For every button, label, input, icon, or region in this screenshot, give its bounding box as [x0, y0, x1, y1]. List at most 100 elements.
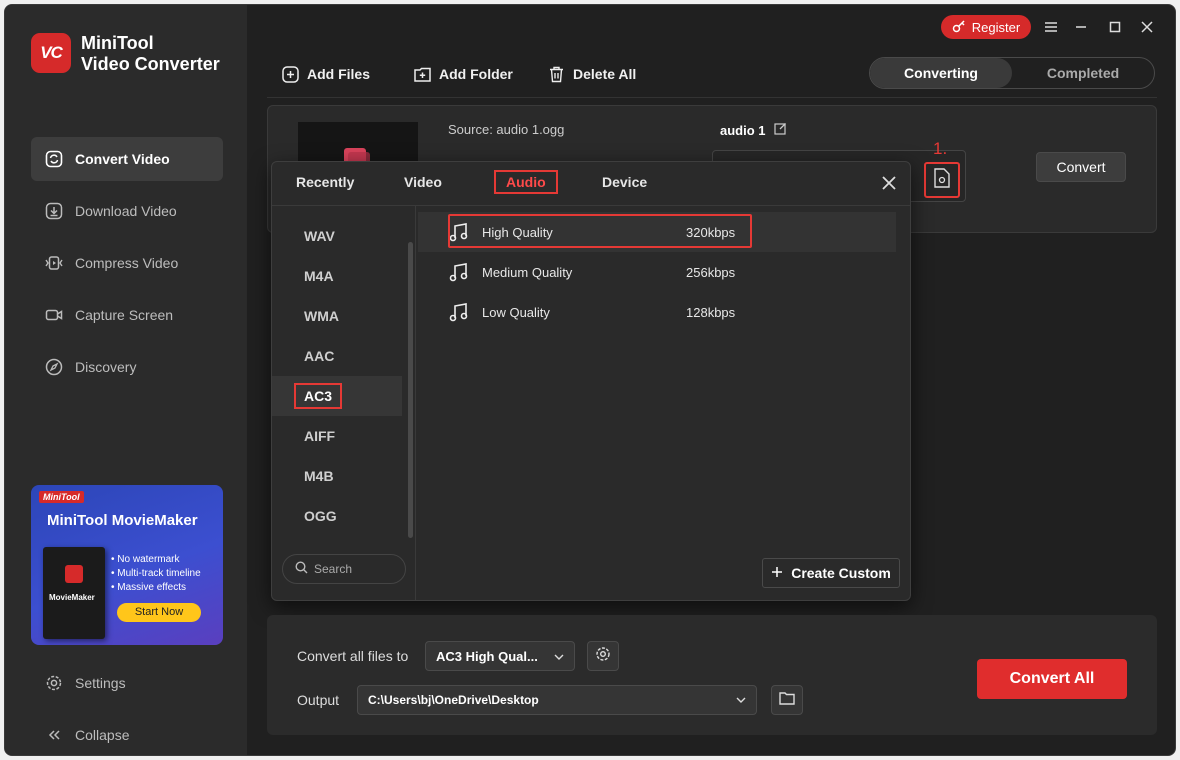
moviemaker-product-box: MovieMaker [43, 547, 105, 639]
format-item-ac3[interactable]: AC3 [272, 376, 402, 416]
add-folder-label: Add Folder [439, 66, 513, 82]
sidebar-item-label: Convert Video [75, 151, 170, 167]
sidebar: VC MiniTool Video Converter Convert Vide… [5, 5, 247, 755]
format-list-scrollbar[interactable] [408, 242, 413, 538]
chevron-down-icon [554, 650, 564, 665]
register-label: Register [971, 19, 1021, 35]
app-title-line1: MiniTool [81, 33, 154, 53]
sidebar-item-label: Download Video [75, 203, 177, 219]
quality-item-high[interactable]: High Quality 320kbps [418, 212, 896, 252]
gear-icon [595, 646, 611, 667]
folder-icon [779, 691, 795, 710]
quality-bitrate: 256kbps [686, 264, 736, 280]
format-item-m4a[interactable]: M4A [272, 256, 402, 296]
add-files-label: Add Files [307, 66, 371, 82]
music-note-icon [449, 223, 468, 242]
sidebar-item-capture-screen[interactable]: Capture Screen [31, 293, 223, 337]
format-search-input[interactable]: Search [282, 554, 406, 584]
trash-icon [547, 65, 565, 83]
add-file-icon [281, 65, 299, 83]
format-item-wav[interactable]: WAV [272, 216, 402, 256]
browse-folder-button[interactable] [771, 685, 803, 715]
promo-brand-badge: MiniTool [39, 491, 84, 503]
target-name-text: audio 1 [720, 122, 766, 138]
tab-converting[interactable]: Converting [870, 58, 1012, 88]
promo-feature: • Multi-track timeline [111, 568, 201, 579]
start-now-button[interactable]: Start Now [117, 603, 201, 622]
chevron-down-icon [736, 694, 746, 708]
tab-video[interactable]: Video [404, 174, 442, 190]
compass-icon [45, 358, 63, 376]
promo-feature: • Massive effects [111, 582, 187, 593]
tab-recently[interactable]: Recently [296, 174, 354, 190]
format-label: WAV [304, 228, 335, 244]
format-item-aiff[interactable]: AIFF [272, 416, 402, 456]
sidebar-item-convert-video[interactable]: Convert Video [31, 137, 223, 181]
register-button[interactable]: Register [941, 15, 1031, 39]
tab-device[interactable]: Device [602, 174, 647, 190]
output-path-value: C:\Users\bj\OneDrive\Desktop [368, 693, 539, 707]
output-settings-panel: Convert all files to AC3 High Qual... Ou… [267, 615, 1157, 735]
format-item-aac[interactable]: AAC [272, 336, 402, 376]
compress-icon [45, 254, 63, 272]
source-filename: Source: audio 1.ogg [448, 122, 565, 137]
app-title: MiniTool Video Converter [81, 33, 220, 75]
delete-all-button[interactable]: Delete All [547, 63, 636, 85]
close-icon[interactable] [1137, 17, 1157, 37]
format-settings-button[interactable] [587, 641, 619, 671]
sidebar-item-collapse[interactable]: Collapse [31, 713, 223, 755]
edit-icon[interactable] [773, 122, 787, 138]
quality-item-low[interactable]: Low Quality 128kbps [418, 292, 896, 332]
convert-all-format-select[interactable]: AC3 High Qual... [425, 641, 575, 671]
convert-icon [45, 150, 63, 168]
sidebar-item-label: Capture Screen [75, 307, 174, 323]
toolbar-divider [267, 97, 1157, 98]
quality-bitrate: 128kbps [686, 304, 736, 320]
convert-all-format-value: AC3 High Qual... [436, 648, 538, 664]
format-item-m4b[interactable]: M4B [272, 456, 402, 496]
promo-feature: • No watermark [111, 554, 180, 565]
search-placeholder: Search [314, 562, 353, 576]
format-item-wma[interactable]: WMA [272, 296, 402, 336]
format-item-ogg[interactable]: OGG [272, 496, 402, 536]
tab-completed[interactable]: Completed [1012, 58, 1154, 88]
step-marker-1: 1. [933, 139, 948, 158]
moviemaker-promo-banner[interactable]: MiniTool MiniTool MovieMaker MovieMaker … [31, 485, 223, 645]
menu-icon[interactable] [1041, 17, 1061, 37]
search-icon [295, 561, 308, 577]
plus-icon [771, 565, 783, 581]
target-format-settings-button[interactable] [924, 162, 960, 198]
app-title-line2: Video Converter [81, 54, 220, 74]
format-label: AAC [304, 348, 335, 364]
sidebar-item-settings[interactable]: Settings [31, 661, 223, 705]
sidebar-item-download-video[interactable]: Download Video [31, 189, 223, 233]
create-custom-button[interactable]: Create Custom [762, 558, 900, 588]
sidebar-item-compress-video[interactable]: Compress Video [31, 241, 223, 285]
convert-all-label: Convert all files to [297, 648, 409, 664]
maximize-icon[interactable] [1105, 17, 1125, 37]
quality-item-medium[interactable]: Medium Quality 256kbps [418, 252, 896, 292]
add-folder-button[interactable]: Add Folder [413, 63, 513, 85]
audio-format-list: WAV M4A WMA AAC AC3 AIFF M4B OGG [272, 206, 416, 600]
minimize-icon[interactable] [1071, 17, 1091, 37]
output-path-select[interactable]: C:\Users\bj\OneDrive\Desktop [357, 685, 757, 715]
format-label: M4B [304, 468, 334, 484]
add-files-button[interactable]: Add Files [281, 63, 370, 85]
sidebar-nav: Convert Video Download Video Compress Vi… [31, 137, 223, 397]
tab-audio[interactable]: Audio [494, 170, 558, 194]
sidebar-bottom-nav: Settings Collapse [31, 661, 223, 755]
create-custom-label: Create Custom [791, 565, 891, 581]
sidebar-item-discovery[interactable]: Discovery [31, 345, 223, 389]
quality-bitrate: 320kbps [686, 224, 736, 240]
quality-name: Low Quality [482, 304, 550, 320]
moviemaker-logo-icon [65, 565, 83, 583]
format-label: OGG [304, 508, 337, 524]
dialog-close-icon[interactable] [878, 172, 900, 194]
convert-all-button[interactable]: Convert All [977, 659, 1127, 699]
add-folder-icon [413, 65, 431, 83]
quality-name: Medium Quality [482, 264, 573, 280]
double-chevron-left-icon [45, 726, 63, 744]
key-icon [952, 19, 966, 36]
music-note-icon [449, 303, 468, 322]
convert-button[interactable]: Convert [1036, 152, 1126, 182]
